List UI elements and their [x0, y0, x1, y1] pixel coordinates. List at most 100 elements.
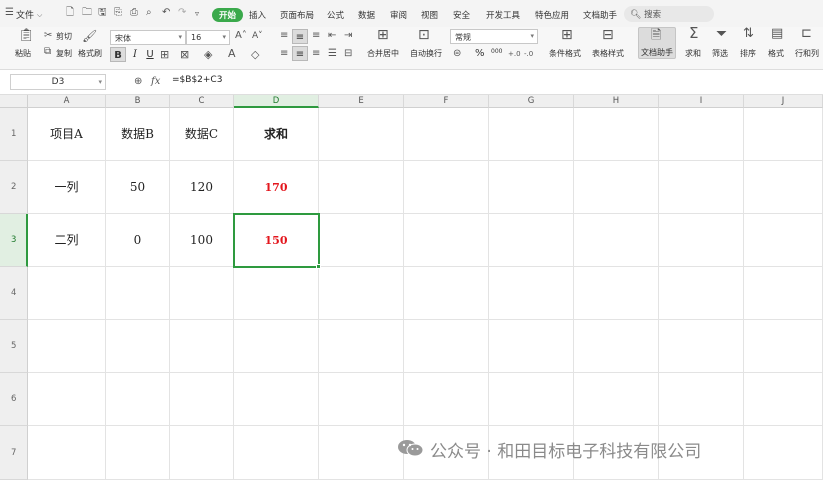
cell-j6[interactable] [744, 373, 823, 426]
cell-d4[interactable] [234, 267, 319, 320]
row-header-1[interactable]: 1 [0, 108, 28, 161]
row-header-6[interactable]: 6 [0, 373, 28, 426]
tab-formula[interactable]: 公式 [327, 9, 344, 21]
row-header-2[interactable]: 2 [0, 161, 28, 214]
number-format-select[interactable]: 常规 ▾ [450, 29, 538, 44]
conditional-format-icon[interactable]: ⊞ [561, 28, 573, 42]
cell-f4[interactable] [404, 267, 489, 320]
thousands-button[interactable]: 000 [491, 48, 502, 55]
align-middle-icon[interactable]: ≡ [292, 29, 308, 44]
tab-features[interactable]: 特色应用 [535, 9, 569, 21]
cell-h6[interactable] [574, 373, 659, 426]
row-col-icon[interactable]: ⊏ [801, 27, 812, 40]
cell-d6[interactable] [234, 373, 319, 426]
column-header-e[interactable]: E [319, 95, 404, 108]
align-top-icon[interactable]: ≡ [280, 30, 288, 42]
distributed-icon[interactable]: ⊟ [344, 48, 352, 60]
cell-g1[interactable] [489, 108, 574, 161]
bold-button[interactable]: B [110, 47, 126, 62]
decrease-decimal-icon[interactable]: -.0 [524, 48, 533, 60]
cell-d5[interactable] [234, 320, 319, 373]
tab-security[interactable]: 安全 [453, 9, 470, 21]
doc-helper-button[interactable]: 🗎 文档助手 [638, 27, 676, 59]
cell-g5[interactable] [489, 320, 574, 373]
select-all-corner[interactable] [0, 95, 28, 108]
print-icon[interactable]: ⎙ [130, 7, 138, 19]
conditional-format-button[interactable]: 条件格式 [549, 48, 581, 59]
cell-b4[interactable] [106, 267, 170, 320]
sum-icon[interactable]: Σ [689, 26, 698, 41]
cell-a6[interactable] [28, 373, 106, 426]
cell-b5[interactable] [106, 320, 170, 373]
align-center-icon[interactable]: ≡ [292, 46, 308, 61]
sort-icon[interactable]: ⇅ [743, 27, 754, 40]
table-style-icon[interactable]: ⊟ [602, 28, 614, 42]
cell-f6[interactable] [404, 373, 489, 426]
cell-i4[interactable] [659, 267, 744, 320]
indent-increase-icon[interactable]: ⇥ [344, 30, 352, 42]
cell-h1[interactable] [574, 108, 659, 161]
fx-icon[interactable]: fx [151, 76, 160, 88]
cell-h4[interactable] [574, 267, 659, 320]
fill-handle[interactable] [316, 264, 321, 269]
scissors-icon[interactable]: ✂ [44, 30, 52, 42]
table-style-button[interactable]: 表格样式 [592, 48, 624, 59]
cell-c3[interactable]: 100 [170, 214, 234, 267]
cell-j1[interactable] [744, 108, 823, 161]
increase-font-icon[interactable]: A˄ [235, 30, 247, 42]
cell-h2[interactable] [574, 161, 659, 214]
cell-i1[interactable] [659, 108, 744, 161]
cell-i6[interactable] [659, 373, 744, 426]
currency-icon[interactable]: ⊜ [453, 48, 461, 60]
format-icon[interactable]: ▤ [771, 27, 783, 40]
auto-wrap-icon[interactable]: ⊡ [418, 28, 430, 42]
format-painter-icon[interactable]: 🖌︎ [82, 30, 97, 42]
chevron-down-icon[interactable]: ⌵ [37, 9, 42, 21]
new-file-icon[interactable]: 🗋 [66, 7, 74, 19]
cut-button[interactable]: 剪切 [56, 31, 72, 42]
export-icon[interactable]: ⎘ [114, 7, 122, 19]
align-left-icon[interactable]: ≡ [280, 48, 288, 60]
cell-e5[interactable] [319, 320, 404, 373]
cell-b7[interactable] [106, 426, 170, 480]
auto-wrap-button[interactable]: 自动换行 [410, 48, 442, 59]
cell-b2[interactable]: 50 [106, 161, 170, 214]
copy-icon[interactable]: ⧉ [44, 46, 51, 58]
cell-g4[interactable] [489, 267, 574, 320]
merge-center-icon[interactable]: ⊞ [377, 28, 389, 42]
eraser-icon[interactable]: ◇ [251, 49, 259, 61]
justify-icon[interactable]: ☰ [328, 48, 337, 60]
cell-h3[interactable] [574, 214, 659, 267]
zoom-icon[interactable]: ⊕ [134, 76, 142, 88]
file-menu[interactable]: 文件 [16, 8, 34, 21]
cell-i3[interactable] [659, 214, 744, 267]
row-header-3[interactable]: 3 [0, 214, 28, 267]
name-box[interactable]: D3 ▾ [10, 74, 106, 90]
column-header-a[interactable]: A [28, 95, 106, 108]
column-header-d[interactable]: D [234, 95, 319, 108]
font-size-select[interactable]: 16 ▾ [186, 30, 230, 45]
cell-style-icon[interactable]: ⊠ [180, 49, 189, 61]
cell-e6[interactable] [319, 373, 404, 426]
cell-f2[interactable] [404, 161, 489, 214]
search-box[interactable]: 🔍︎ 搜索 [624, 6, 714, 22]
cell-b6[interactable] [106, 373, 170, 426]
cell-c1[interactable]: 数据C [170, 108, 234, 161]
cell-j2[interactable] [744, 161, 823, 214]
cell-e7[interactable] [319, 426, 404, 480]
tab-home[interactable]: 开始 [212, 8, 244, 22]
indent-decrease-icon[interactable]: ⇤ [328, 30, 336, 42]
column-header-i[interactable]: I [659, 95, 744, 108]
fill-color-icon[interactable]: ◈ [204, 49, 212, 61]
paste-button[interactable]: 粘贴 [15, 48, 31, 59]
column-header-f[interactable]: F [404, 95, 489, 108]
cell-c5[interactable] [170, 320, 234, 373]
redo-icon[interactable]: ↷ [178, 7, 186, 19]
cell-a5[interactable] [28, 320, 106, 373]
align-right-icon[interactable]: ≡ [312, 48, 320, 60]
cell-d7[interactable] [234, 426, 319, 480]
cell-d3[interactable]: 150 [234, 214, 319, 267]
filter-icon[interactable]: ⏷ [716, 27, 727, 41]
format-button[interactable]: 格式 [768, 48, 784, 59]
cell-f3[interactable] [404, 214, 489, 267]
